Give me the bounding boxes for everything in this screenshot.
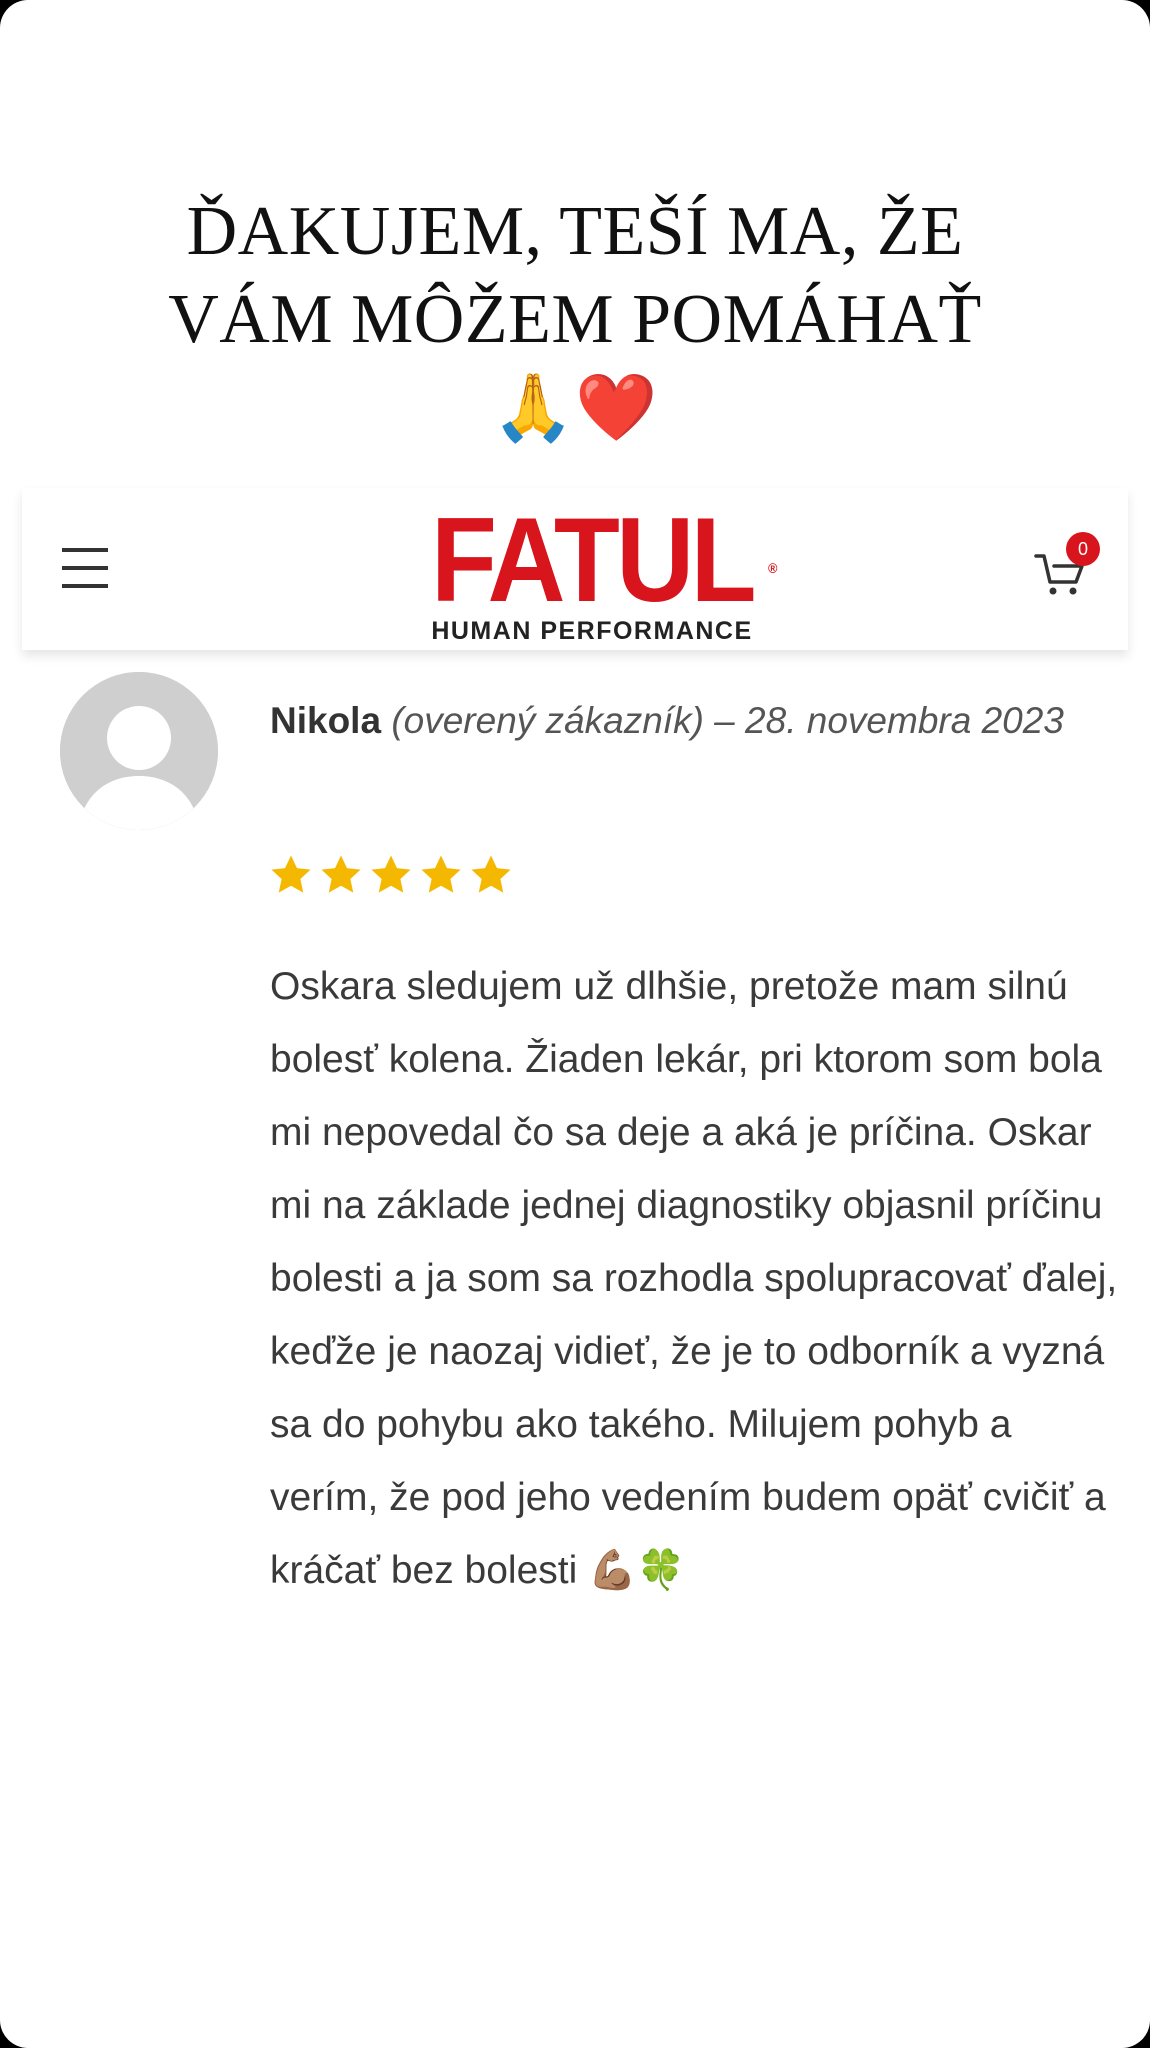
review-meta: Nikola (overený zákazník) – 28. novembra… xyxy=(270,680,1110,762)
star-icon xyxy=(371,855,411,893)
caption-line-2: VÁM MÔŽEM POMÁHAŤ xyxy=(168,281,982,358)
caption-line-1: ĎAKUJEM, TEŠÍ MA, ŽE xyxy=(186,193,964,270)
star-rating xyxy=(268,852,514,902)
review-date: 28. novembra 2023 xyxy=(745,700,1064,741)
cart-button[interactable]: 0 xyxy=(1032,532,1102,602)
meta-separator: – xyxy=(703,700,746,741)
review-card: Nikola (overený zákazník) – 28. novembra… xyxy=(0,650,1150,1800)
avatar xyxy=(60,672,218,830)
story-caption: ĎAKUJEM, TEŠÍ MA, ŽE VÁM MÔŽEM POMÁHAŤ 🙏… xyxy=(74,188,1076,454)
logo-wordmark: FATUL ® xyxy=(431,493,778,627)
review-text: Oskara sledujem už dlhšie, pretože mam s… xyxy=(270,965,1118,1592)
caption-emoji: 🙏❤️ xyxy=(492,372,658,445)
avatar-placeholder-icon xyxy=(60,672,218,830)
star-icon xyxy=(421,855,461,893)
star-icon xyxy=(321,855,361,893)
registered-mark: ® xyxy=(768,560,778,576)
review-author: Nikola xyxy=(270,700,382,741)
menu-icon[interactable] xyxy=(62,548,110,588)
screen: ĎAKUJEM, TEŠÍ MA, ŽE VÁM MÔŽEM POMÁHAŤ 🙏… xyxy=(0,0,1150,2048)
star-icon xyxy=(271,855,311,893)
site-header: FATUL ® HUMAN PERFORMANCE 0 xyxy=(22,488,1128,650)
fatul-logo[interactable]: FATUL ® HUMAN PERFORMANCE xyxy=(392,493,792,645)
verified-label: (overený zákazník) xyxy=(391,700,704,741)
cart-count-badge: 0 xyxy=(1066,532,1100,566)
star-icon xyxy=(471,855,511,893)
